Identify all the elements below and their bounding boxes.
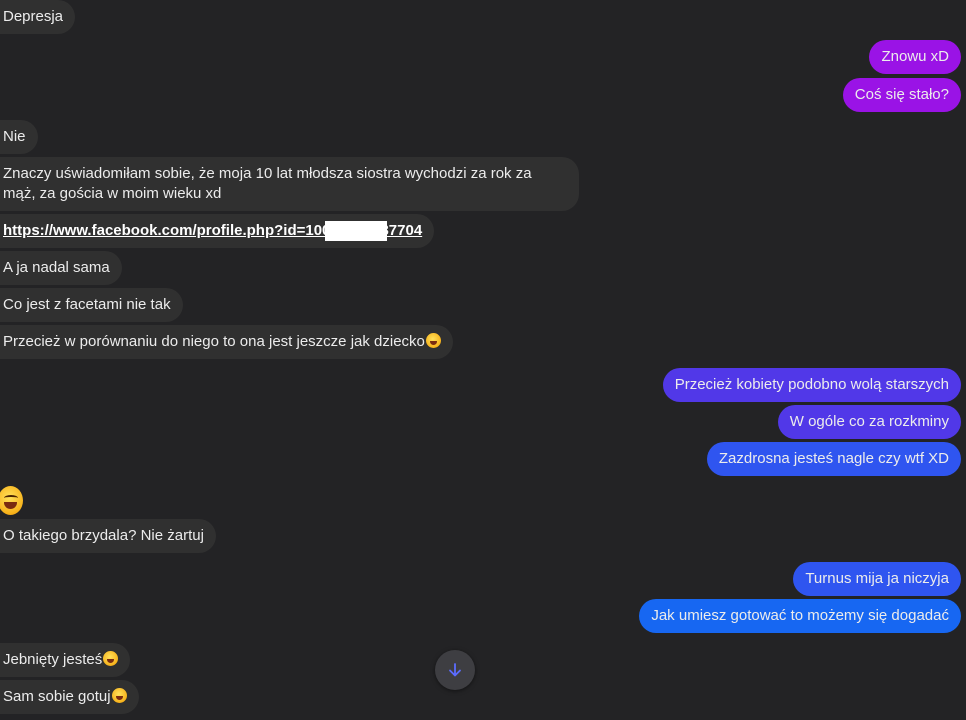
incoming-message: Co jest z facetami nie tak: [0, 288, 183, 322]
message-text: Jebnięty jesteś: [3, 651, 103, 668]
incoming-message: Nie: [0, 120, 38, 154]
incoming-message: A ja nadal sama: [0, 251, 122, 285]
message-text: Sam sobie gotuj: [3, 688, 111, 705]
rolling-on-floor-laughing-icon: [0, 486, 23, 515]
outgoing-message: Przecież kobiety podobno wolą starszych: [662, 368, 961, 402]
message-text: Coś się stało?: [854, 86, 949, 103]
message-text: Depresja: [3, 8, 64, 25]
message-text: Znowu xD: [881, 48, 949, 65]
message-text: W ogóle co za rozkminy: [789, 413, 949, 430]
outgoing-message: Znowu xD: [869, 40, 961, 74]
message-text: Jak umiesz gotować to możemy się dogadać: [651, 607, 949, 624]
incoming-message: Przecież w porównaniu do niego to ona je…: [0, 325, 453, 359]
message-text: Turnus mija ja niczyja: [805, 570, 949, 587]
message-text: Przecież w porównaniu do niego to ona je…: [3, 333, 425, 350]
incoming-message: Jebnięty jesteś: [0, 643, 131, 677]
incoming-message: https://www.facebook.com/profile.php?id=…: [0, 214, 435, 248]
outgoing-message: Jak umiesz gotować to możemy się dogadać: [639, 599, 961, 633]
incoming-message: Znaczy uświadomiłam sobie, że moja 10 la…: [0, 157, 579, 211]
outgoing-message: Turnus mija ja niczyja: [793, 562, 961, 596]
profile-link[interactable]: https://www.facebook.com/profile.php?id=…: [3, 221, 422, 241]
message-text: Znaczy uświadomiłam sobie, że moja 10 la…: [3, 165, 532, 202]
outgoing-message: Coś się stało?: [842, 78, 961, 112]
message-text: O takiego brzydala? Nie żartuj: [3, 527, 204, 544]
message-text: Zazdrosna jesteś nagle czy wtf XD: [718, 450, 949, 467]
chat-thread: Depresja Znowu xD Coś się stało? Nie Zna…: [0, 0, 966, 720]
rolling-on-floor-laughing-icon: [425, 333, 441, 348]
outgoing-message: Zazdrosna jesteś nagle czy wtf XD: [706, 442, 961, 476]
message-text: Nie: [3, 128, 26, 145]
incoming-message: Depresja: [0, 0, 76, 34]
incoming-message: Sam sobie gotuj: [0, 680, 139, 714]
incoming-message: O takiego brzydala? Nie żartuj: [0, 519, 216, 553]
message-text: Co jest z facetami nie tak: [3, 296, 171, 313]
rolling-on-floor-laughing-icon: [103, 651, 119, 666]
outgoing-message: W ogóle co za rozkminy: [777, 405, 961, 439]
arrow-down-icon: [449, 663, 461, 677]
message-text: A ja nadal sama: [3, 259, 110, 276]
message-text: Przecież kobiety podobno wolą starszych: [674, 376, 949, 393]
rolling-on-floor-laughing-icon: [111, 688, 127, 703]
redaction-block: [325, 221, 387, 241]
scroll-to-bottom-button[interactable]: [435, 650, 475, 690]
